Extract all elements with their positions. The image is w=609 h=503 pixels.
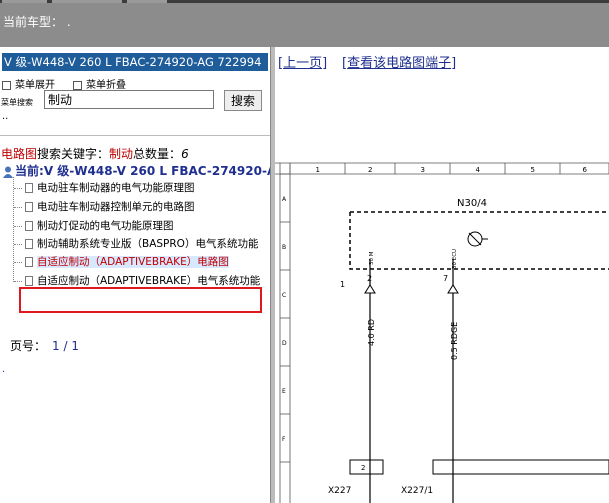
tree-item-label: 自适应制动（ADAPTIVEBRAKE）电路图 [37, 256, 229, 268]
collapse-icon [73, 80, 82, 90]
tree-branch [14, 280, 22, 282]
wiring-diagram[interactable]: 1 2 3 4 5 6 A B C D E F N30/4 1 2 30 M 4.0 RD 2 X2… [275, 157, 609, 503]
tree-branch [14, 206, 22, 208]
view-terminals-link[interactable]: [查看该电路图端子] [342, 52, 456, 71]
row-label: C [282, 292, 286, 299]
tree-item[interactable]: 自适应制动（ADAPTIVEBRAKE）电气系统功能 [14, 273, 269, 291]
current-label: 当前: [15, 164, 44, 178]
tree-item[interactable]: 制动辅助系统专业版（BASPRO）电气系统功能 [14, 236, 269, 254]
tree-item[interactable]: 自适应制动（ADAPTIVEBRAKE）电路图 [14, 254, 269, 272]
document-icon [25, 276, 33, 286]
connector-box [432, 459, 609, 475]
tree-item-label: 制动辅助系统专业版（BASPRO）电气系统功能 [37, 238, 259, 250]
document-icon [25, 202, 33, 212]
pager: 页号： 1 / 1 [10, 337, 79, 354]
prev-page-link[interactable]: [上一页] [278, 52, 327, 71]
prev-page-label: 上一页 [283, 56, 323, 71]
tree-item-label: 电动驻车制动器的电气功能原理图 [37, 182, 195, 194]
result-type: 电路图 [1, 147, 38, 161]
divider [0, 135, 270, 136]
menu-collapse-button[interactable]: 菜单折叠 [73, 76, 126, 91]
pin-group: 7 30 ECU 0.5 RDGE X227/1 [401, 249, 609, 503]
tree-branch [14, 225, 22, 227]
wire-label: 4.0 RD [367, 319, 376, 346]
pin-arrow [447, 284, 459, 294]
document-icon [25, 183, 33, 193]
document-icon [25, 239, 33, 249]
current-name: V 级-W448-V 260 L FBAC-274920-AG [43, 164, 287, 178]
search-label: 菜单搜索 [1, 98, 33, 107]
user-icon [3, 166, 13, 178]
connector-label: X227 [328, 486, 351, 496]
pin-arrow [364, 284, 376, 294]
tree-item-label: 电动驻车制动器控制单元的电路图 [37, 201, 195, 213]
tree-branch [14, 243, 22, 245]
search-button[interactable]: 搜索 [224, 90, 262, 111]
pin-label: 30 ECU [452, 249, 458, 269]
ellipsis-text: .. [2, 111, 9, 122]
document-icon [25, 257, 33, 267]
tree-branch [14, 187, 22, 189]
row-label: D [282, 340, 287, 347]
menu-expand-button[interactable]: 菜单展开 [2, 76, 55, 91]
connector-pin: 2 [361, 464, 365, 472]
view-terminals-label: 查看该电路图端子 [347, 56, 452, 71]
pin-number: 7 [443, 274, 448, 283]
component-label: N30/4 [457, 198, 487, 209]
connector-label: X227/1 [401, 486, 433, 496]
current-node[interactable]: 当前:V 级-W448-V 260 L FBAC-274920-AG [3, 162, 286, 179]
document-icon [25, 221, 33, 231]
search-input[interactable] [44, 90, 214, 109]
column-label: 3 [421, 166, 425, 174]
column-label: 6 [583, 166, 588, 174]
row-label: B [282, 244, 286, 251]
tree-branch [14, 261, 22, 263]
current-model-label: 当前车型： [3, 15, 64, 29]
column-label: 4 [476, 166, 481, 174]
search-result-summary: 电路图搜索关键字：制动总数量：6 [1, 145, 189, 162]
column-label: 2 [368, 166, 372, 174]
wire-label: 0.5 RDGE [450, 322, 459, 360]
pin-number: 2 [367, 274, 372, 283]
tree-item-label: 自适应制动（ADAPTIVEBRAKE）电气系统功能 [37, 275, 261, 287]
keyword-value: 制动 [109, 147, 134, 161]
keyword-label: 搜索关键字： [37, 147, 110, 161]
count-label: 总数量： [133, 147, 182, 161]
component-box [349, 211, 609, 270]
row-label: A [282, 196, 287, 203]
expand-icon [2, 80, 11, 90]
row-label: E [282, 388, 286, 395]
connector-box [349, 459, 384, 475]
diagram-pane: [上一页] [查看该电路图端子] 1 2 3 4 5 6 A B C D E F N30/4 1 2… [275, 47, 609, 503]
pin-label: 30 M [369, 251, 375, 265]
tree-item-label: 制动灯促动的电气功能原理图 [37, 220, 174, 232]
count-value: 6 [181, 147, 189, 161]
column-label: 5 [531, 166, 535, 174]
sensor-symbol [467, 231, 488, 247]
column-label: 1 [316, 166, 320, 174]
pin-group: 2 30 M 4.0 RD 2 X227 [328, 251, 384, 503]
current-model-value: . [66, 15, 71, 29]
tree-item[interactable]: 电动驻车制动器的电气功能原理图 [14, 180, 269, 198]
ref-number: 1 [340, 280, 345, 289]
pager-label: 页号： [10, 339, 47, 353]
tree-item[interactable]: 制动灯促动的电气功能原理图 [14, 218, 269, 236]
row-label: F [282, 436, 286, 443]
vehicle-title: V 级-W448-V 260 L FBAC-274920-AG 722994 [2, 53, 268, 71]
back-link[interactable]: . [2, 364, 5, 375]
tree-item[interactable]: 电动驻车制动器控制单元的电路图 [14, 199, 269, 217]
page-number[interactable]: 1 / 1 [52, 339, 79, 353]
menu-pane: V 级-W448-V 260 L FBAC-274920-AG 722994 菜… [0, 47, 286, 503]
current-model: 当前车型： . [3, 13, 71, 30]
header-bar: 当前车型： . [0, 3, 609, 47]
